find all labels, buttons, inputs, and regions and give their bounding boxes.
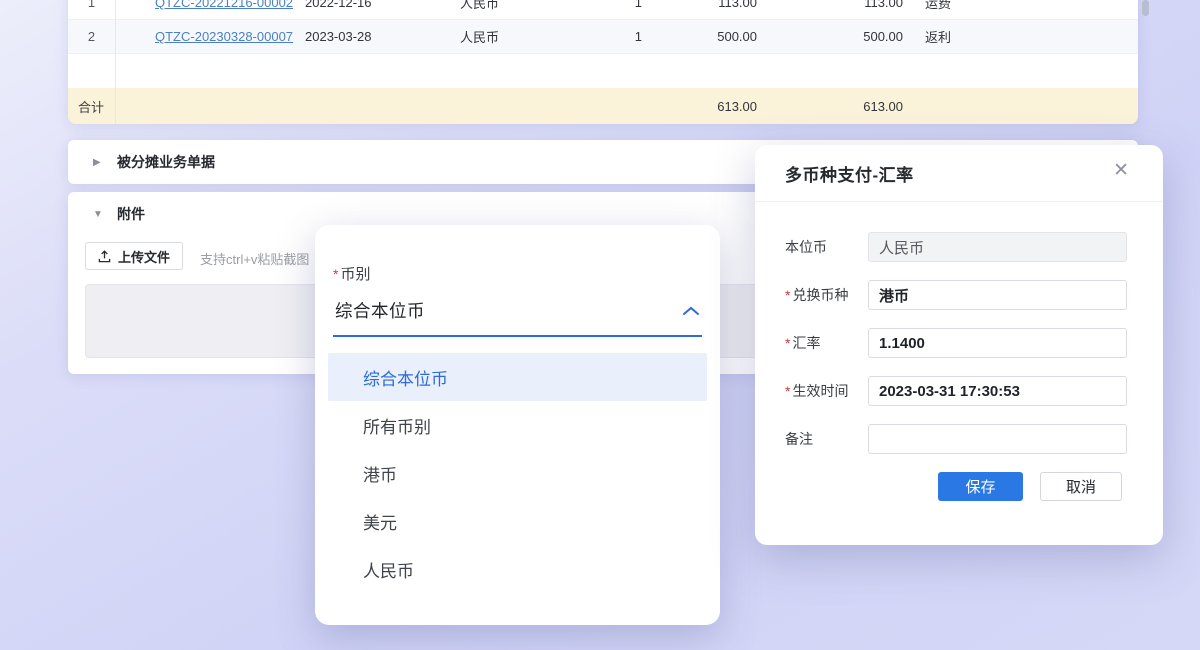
total-amount: 613.00: [660, 99, 765, 114]
section-title: 附件: [117, 204, 145, 224]
doc-amount: 113.00: [660, 0, 765, 10]
empty-row-space: [68, 54, 1138, 88]
base-currency-field: 人民币: [868, 232, 1127, 262]
doc-local-amount: 500.00: [765, 29, 911, 44]
detail-table-panel: 1 QTZC-20221216-00002 2022-12-16 人民币 1 1…: [68, 0, 1138, 124]
table-row: 1 QTZC-20221216-00002 2022-12-16 人民币 1 1…: [68, 0, 1138, 20]
currency-options-list: 综合本位币 所有币别 港币 美元 人民币: [328, 353, 707, 593]
currency-option[interactable]: 人民币: [328, 545, 707, 593]
frozen-column-divider: [115, 0, 116, 124]
currency-option[interactable]: 美元: [328, 497, 707, 545]
target-currency-field[interactable]: 港币: [868, 280, 1127, 310]
effective-time-field[interactable]: 2023-03-31 17:30:53: [868, 376, 1127, 406]
upload-icon: [98, 250, 111, 263]
row-number: 2: [68, 29, 115, 44]
page-scrollbar-thumb[interactable]: [1142, 0, 1149, 16]
rate-label: *汇率: [785, 333, 868, 353]
select-focus-underline: [333, 335, 702, 337]
paste-screenshot-hint: 支持ctrl+v粘贴截图: [200, 249, 309, 268]
upload-button-label: 上传文件: [118, 247, 170, 266]
currency-selected-value: 综合本位币: [335, 298, 425, 323]
base-currency-label: 本位币: [785, 237, 868, 257]
modal-title: 多币种支付-汇率: [785, 161, 914, 186]
currency-dropdown-popup: * 币别 综合本位币 综合本位币 所有币别 港币 美元 人民币: [315, 225, 720, 625]
doc-qty: 1: [610, 29, 660, 44]
target-currency-label: *兑换币种: [785, 285, 868, 305]
rate-field[interactable]: 1.1400: [868, 328, 1127, 358]
cancel-button[interactable]: 取消: [1040, 472, 1122, 501]
total-label: 合计: [68, 97, 115, 116]
total-local-amount: 613.00: [765, 99, 911, 114]
doc-type: 返利: [911, 27, 1138, 46]
doc-qty: 1: [610, 0, 660, 10]
doc-currency: 人民币: [460, 27, 610, 46]
currency-select[interactable]: 综合本位币: [333, 298, 702, 323]
currency-field-label: 币别: [340, 263, 370, 284]
save-button[interactable]: 保存: [938, 472, 1023, 501]
expand-arrow-icon[interactable]: ▼: [93, 209, 105, 220]
close-icon[interactable]: ✕: [1113, 161, 1129, 180]
required-mark: *: [333, 266, 338, 282]
doc-currency: 人民币: [460, 0, 610, 12]
doc-number-link[interactable]: QTZC-20221216-00002: [155, 0, 293, 10]
section-title: 被分摊业务单据: [117, 152, 215, 172]
doc-date: 2022-12-16: [305, 0, 460, 10]
row-number: 1: [68, 0, 115, 10]
currency-option[interactable]: 港币: [328, 449, 707, 497]
table-row: 2 QTZC-20230328-00007 2023-03-28 人民币 1 5…: [68, 20, 1138, 54]
remark-field[interactable]: [868, 424, 1127, 454]
chevron-up-icon[interactable]: [682, 305, 700, 317]
effective-time-label: *生效时间: [785, 381, 868, 401]
remark-label: 备注: [785, 429, 868, 449]
doc-local-amount: 113.00: [765, 0, 911, 10]
exchange-rate-modal: 多币种支付-汇率 ✕ 本位币 人民币 *兑换币种 港币 *汇率 1.1400 *…: [755, 145, 1163, 545]
currency-option[interactable]: 所有币别: [328, 401, 707, 449]
doc-date: 2023-03-28: [305, 29, 460, 44]
doc-type: 运费: [911, 0, 1138, 12]
total-row: 合计 613.00 613.00: [68, 88, 1138, 124]
doc-number-link[interactable]: QTZC-20230328-00007: [155, 29, 293, 44]
upload-file-button[interactable]: 上传文件: [85, 242, 183, 270]
doc-amount: 500.00: [660, 29, 765, 44]
collapse-arrow-icon[interactable]: ▶: [93, 157, 105, 168]
currency-option[interactable]: 综合本位币: [328, 353, 707, 401]
